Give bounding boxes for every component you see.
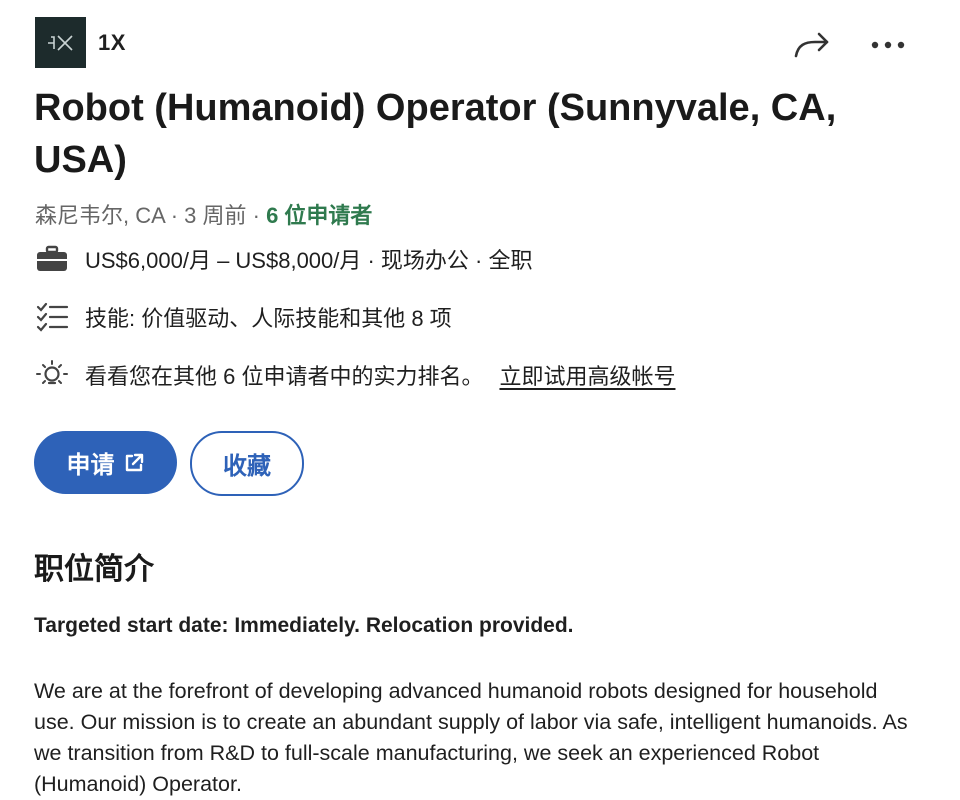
insight-text: 看看您在其他 6 位申请者中的实力排名。 <box>85 364 484 389</box>
lightbulb-icon <box>35 359 71 391</box>
more-options-button[interactable] <box>864 26 912 64</box>
skills-text: 技能: 价值驱动、人际技能和其他 8 项 <box>85 306 452 331</box>
job-meta-line: 森尼韦尔, CA · 3 周前 · 6 位申请者 <box>35 198 372 230</box>
company-logo[interactable] <box>35 17 86 68</box>
meta-separator: · <box>164 203 185 228</box>
salary-row: US$6,000/月 – US$8,000/月 · 现场办公 · 全职 <box>35 243 533 275</box>
description-body: We are at the forefront of developing ad… <box>34 679 908 796</box>
posted-time: 3 周前 <box>184 203 247 228</box>
logo-mark-icon <box>47 34 73 51</box>
insight-row: 看看您在其他 6 位申请者中的实力排名。 立即试用高级帐号 <box>35 359 675 391</box>
skills-row[interactable]: 技能: 价值驱动、人际技能和其他 8 项 <box>35 301 452 333</box>
meta-separator: · <box>246 203 267 228</box>
applicant-count: 6 位申请者 <box>266 203 373 228</box>
job-location: 森尼韦尔, CA <box>35 203 165 228</box>
start-date-text: Targeted start date: Immediately. Reloca… <box>34 614 574 637</box>
company-name[interactable]: 1X <box>98 30 126 56</box>
apply-label: 申请 <box>66 452 115 479</box>
share-button[interactable] <box>790 26 834 64</box>
salary-text: US$6,000/月 – US$8,000/月 · 现场办公 · 全职 <box>85 248 533 273</box>
checklist-icon <box>35 301 71 333</box>
job-title: Robot (Humanoid) Operator (Sunnyvale, CA… <box>34 87 837 181</box>
save-button[interactable]: 收藏 <box>190 431 304 496</box>
section-heading: 职位简介 <box>34 553 154 586</box>
job-detail-page: 1X Robot (Humanoid) Operator (Sunnyvale,… <box>0 0 960 796</box>
external-link-icon <box>123 452 145 474</box>
apply-button[interactable]: 申请 <box>34 431 177 494</box>
briefcase-icon <box>35 243 71 275</box>
share-arrow-icon <box>794 32 829 58</box>
more-dots-icon <box>871 41 905 49</box>
premium-trial-link[interactable]: 立即试用高级帐号 <box>499 359 675 391</box>
